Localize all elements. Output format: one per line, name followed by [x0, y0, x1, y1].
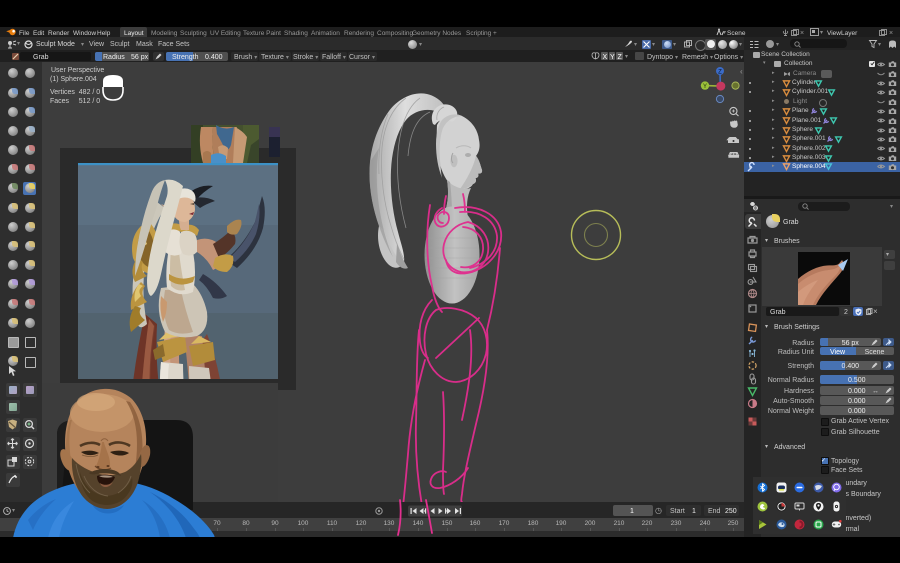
svg-text:Y: Y: [703, 84, 707, 90]
svg-text:Z: Z: [718, 70, 722, 76]
